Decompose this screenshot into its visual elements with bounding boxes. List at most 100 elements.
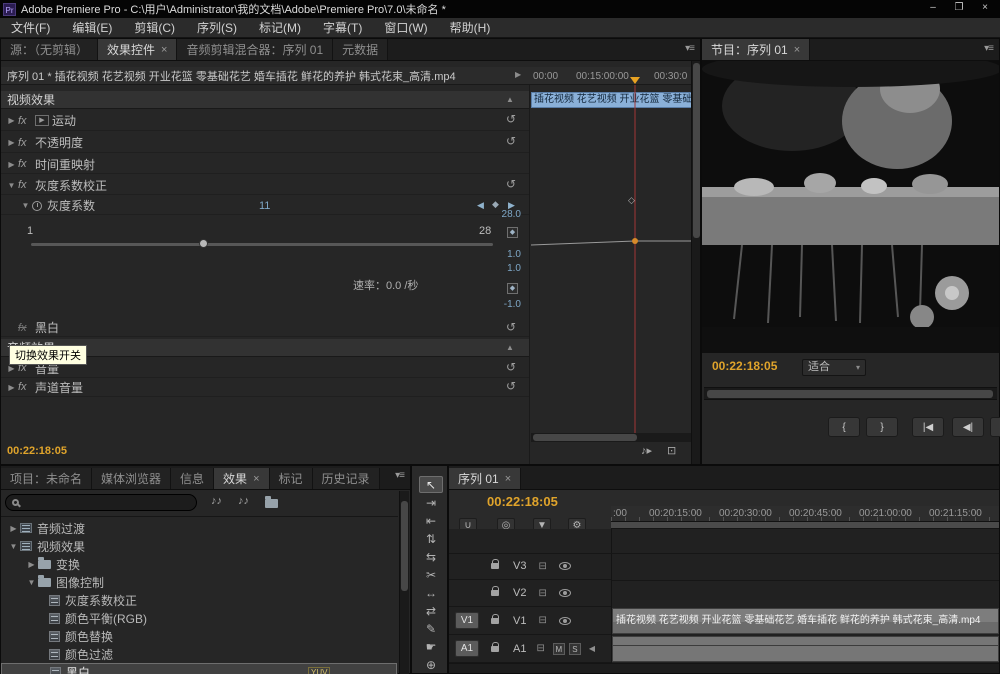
collapse-up-icon[interactable]: ▲ (506, 343, 514, 352)
scroll-thumb[interactable] (693, 63, 700, 238)
tree-row-image-control[interactable]: ▼图像控制 (1, 573, 397, 591)
fx-timecode[interactable]: 00:22:18:05 (7, 445, 67, 457)
close-icon[interactable]: × (972, 0, 998, 16)
menu-window[interactable]: 窗口(W) (373, 19, 438, 36)
reset-icon[interactable]: ↺ (506, 134, 516, 148)
effect-row-opacity[interactable]: ▶ fx 不透明度 ↺ (1, 133, 529, 153)
collapse-left-icon[interactable]: ◀ (589, 644, 595, 653)
lock-icon[interactable] (491, 563, 499, 569)
mute-toggle[interactable]: M (553, 643, 565, 655)
fx-badge-disabled-icon[interactable]: fx (18, 322, 35, 334)
reset-icon[interactable]: ↺ (506, 379, 516, 393)
mark-in-button[interactable]: { (828, 417, 860, 437)
close-icon[interactable]: × (505, 473, 511, 485)
work-area-bar[interactable] (611, 522, 999, 529)
reset-icon[interactable]: ↺ (506, 320, 516, 334)
twirl-icon[interactable]: ▼ (7, 542, 20, 551)
effect-row-black-white[interactable]: ▶ fx 黑白 ↺ (1, 319, 529, 337)
panel-menu-icon[interactable]: ▾≡ (685, 43, 694, 54)
fx-badge-icon[interactable]: fx (18, 115, 35, 127)
slip-tool[interactable]: ↔ (419, 585, 443, 602)
step-back-button[interactable]: ◀| (952, 417, 984, 437)
eye-icon[interactable] (559, 562, 571, 570)
hand-tool[interactable]: ☛ (419, 639, 443, 656)
twirl-icon[interactable]: ▶ (7, 524, 20, 533)
timeline-ruler[interactable]: :00 00:20:15:00 00:20:30:00 00:20:45:00 … (611, 506, 999, 522)
section-video-effects[interactable]: 视频效果 ▲ (1, 91, 529, 109)
twirl-icon[interactable]: ▼ (19, 201, 32, 210)
tree-row-gamma-correction[interactable]: 灰度系数校正 (1, 591, 397, 609)
target-track-v1[interactable]: V1 (455, 612, 479, 629)
fx-badge-icon[interactable]: fx (18, 381, 35, 393)
twirl-icon[interactable]: ▶ (5, 138, 18, 147)
tab-metadata[interactable]: 元数据 (333, 39, 388, 60)
fx-badge-icon[interactable]: fx (18, 179, 35, 191)
rolling-edit-tool[interactable]: ⇅ (419, 531, 443, 548)
tab-sequence-01[interactable]: 序列 01× (449, 468, 521, 489)
close-icon[interactable]: × (161, 44, 167, 56)
ripple-edit-tool[interactable]: ⇤ (419, 513, 443, 530)
new-bin-folder-icon[interactable] (265, 497, 278, 511)
tab-source-monitor[interactable]: 源：（无剪辑） (1, 39, 98, 60)
tab-info[interactable]: 信息 (171, 468, 214, 489)
selection-tool[interactable]: ↖ (419, 476, 443, 493)
prev-keyframe-icon[interactable]: ◀ (477, 200, 484, 211)
tree-row-color-balance-rgb[interactable]: 颜色平衡(RGB) (1, 609, 397, 627)
tree-row-video-effects[interactable]: ▼视频效果 (1, 537, 397, 555)
go-to-in-button[interactable]: |◀ (912, 417, 944, 437)
tab-program-monitor[interactable]: 节目：序列 01× (702, 39, 810, 60)
zoom-tool[interactable]: ⊕ (419, 657, 443, 674)
reset-icon[interactable]: ↺ (506, 177, 516, 191)
scroll-thumb[interactable] (707, 390, 993, 398)
lock-icon[interactable] (491, 646, 499, 652)
chevron-right-icon[interactable]: ▶ (515, 70, 521, 79)
maximize-icon[interactable]: ❐ (946, 0, 972, 16)
mini-hscrollbar[interactable] (531, 433, 691, 442)
tab-effects[interactable]: 效果× (214, 468, 269, 489)
gamma-slider-handle[interactable] (199, 239, 208, 248)
effect-row-channel-volume[interactable]: ▶ fx 声道音量 ↺ (1, 378, 529, 397)
reset-icon[interactable]: ↺ (506, 360, 516, 374)
track-select-tool[interactable]: ⇥ (419, 495, 443, 512)
effect-row-motion[interactable]: ▶ fx ▶ 运动 ↺ (1, 111, 529, 131)
lock-icon[interactable] (491, 618, 499, 624)
effect-row-time-remapping[interactable]: ▶ fx 时间重映射 (1, 155, 529, 174)
menu-help[interactable]: 帮助(H) (439, 19, 502, 36)
program-timecode[interactable]: 00:22:18:05 (712, 359, 777, 373)
twirl-icon[interactable]: ▶ (25, 560, 38, 569)
twirl-icon[interactable]: ▶ (5, 383, 18, 392)
eye-icon[interactable] (559, 589, 571, 597)
tab-markers[interactable]: 标记 (270, 468, 313, 489)
twirl-icon[interactable]: ▶ (5, 160, 18, 169)
sync-lock-icon[interactable]: ⊟ (538, 615, 546, 626)
eye-icon[interactable] (559, 617, 571, 625)
twirl-icon[interactable]: ▶ (5, 116, 18, 125)
mini-timeline-ruler[interactable]: 00:00 00:15:00:00 00:30:0 (529, 67, 693, 85)
menu-title[interactable]: 字幕(T) (312, 19, 373, 36)
menu-sequence[interactable]: 序列(S) (186, 19, 248, 36)
razor-tool[interactable]: ✂ (419, 567, 443, 584)
panel-menu-icon[interactable]: ▾≡ (984, 43, 993, 54)
sync-lock-icon[interactable]: ⊟ (536, 643, 544, 654)
target-track-a1[interactable]: A1 (455, 640, 479, 657)
menu-marker[interactable]: 标记(M) (248, 19, 312, 36)
stopwatch-icon[interactable] (32, 201, 42, 211)
close-icon[interactable]: × (794, 44, 800, 56)
twirl-icon[interactable]: ▼ (25, 578, 38, 587)
menu-file[interactable]: 文件(F) (0, 19, 61, 36)
audio-units-icon[interactable]: ♪♪ (238, 495, 249, 507)
fx-vscrollbar[interactable] (691, 61, 700, 464)
fx-badge-icon[interactable]: fx (18, 137, 35, 149)
tab-audio-mixer[interactable]: 音频剪辑混合器：序列 01 (177, 39, 333, 60)
scroll-thumb[interactable] (401, 501, 408, 591)
accelerated-effects-icon[interactable]: ♪♪ (211, 495, 222, 507)
rate-stretch-tool[interactable]: ⇆ (419, 549, 443, 566)
menu-clip[interactable]: 剪辑(C) (123, 19, 186, 36)
toggle-units-icon[interactable]: ⊡ (667, 444, 676, 457)
tab-effect-controls[interactable]: 效果控件× (98, 39, 177, 60)
effect-row-gamma-correction[interactable]: ▼ fx 灰度系数校正 ↺ (1, 176, 529, 195)
play-button[interactable]: ▶ (990, 417, 1000, 437)
keyframe-box-icon[interactable]: ◆ (507, 283, 518, 294)
search-input[interactable] (24, 497, 184, 509)
twirl-icon[interactable]: ▼ (5, 181, 18, 190)
